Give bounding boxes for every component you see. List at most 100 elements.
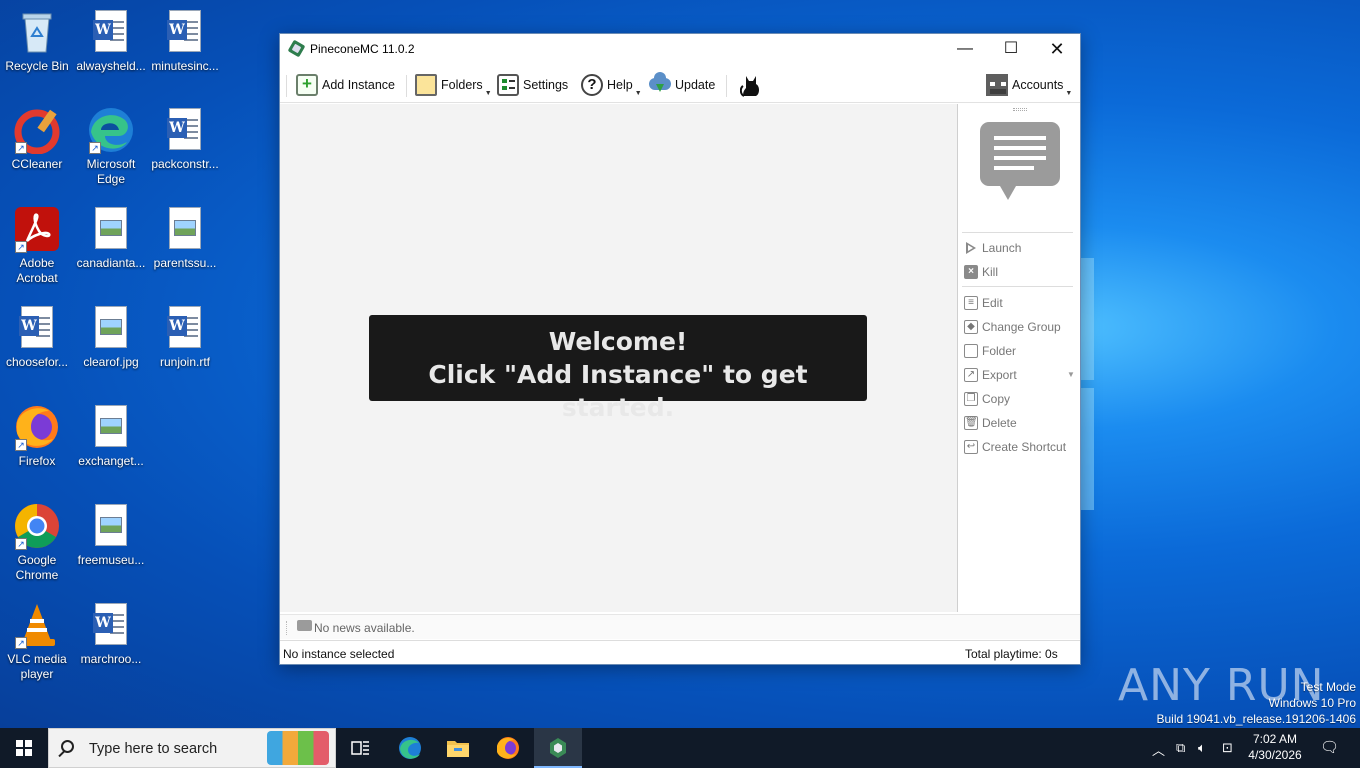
accounts-button[interactable]: Accounts ▼ — [986, 70, 1072, 100]
show-hidden-icons-chevron-icon[interactable]: ︿ — [1152, 740, 1165, 759]
desktop-icon-label: exchanget... — [78, 454, 144, 468]
desktop-icon-minutesinc[interactable]: W minutesinc... — [148, 8, 222, 74]
help-label: Help — [607, 78, 633, 92]
change-group-label: Change Group — [982, 320, 1061, 334]
vlc-icon: ↗ — [13, 601, 61, 649]
desktop-icon-label: Adobe Acrobat — [16, 256, 58, 285]
sidebar-divider — [962, 286, 1073, 287]
cat-button[interactable] — [739, 70, 766, 100]
taskbar-firefox-button[interactable] — [484, 728, 532, 768]
instance-view-area[interactable]: Welcome! Click "Add Instance" to get sta… — [280, 104, 957, 612]
desktop-icon-recycle-bin[interactable]: Recycle Bin — [0, 8, 74, 74]
taskbar-pineconemc-button[interactable] — [534, 728, 582, 768]
desktop-icon-label: Microsoft Edge — [86, 157, 136, 186]
create-shortcut-button[interactable]: ↩ Create Shortcut — [964, 437, 1066, 457]
kill-button[interactable]: × Kill — [964, 262, 998, 282]
folder-button[interactable]: Folder — [964, 341, 1016, 361]
desktop-icon-parentssu[interactable]: parentssu... — [148, 205, 222, 271]
desktop-icon-alwaysheld[interactable]: W alwaysheld... — [74, 8, 148, 74]
change-group-button[interactable]: ◆ Change Group — [964, 317, 1061, 337]
ccleaner-icon: ↗ — [13, 106, 61, 155]
create-shortcut-label: Create Shortcut — [982, 440, 1067, 454]
update-button[interactable]: Update — [649, 70, 715, 100]
close-button[interactable]: ✕ — [1034, 34, 1080, 64]
desktop-icon-ccleaner[interactable]: ↗ CCleaner — [0, 106, 74, 172]
desktop-icon-google-chrome[interactable]: ↗ Google Chrome — [0, 502, 74, 583]
status-bar: No instance selected Total playtime: 0s — [280, 640, 1080, 664]
light-beam-decoration — [1080, 258, 1094, 380]
folders-button[interactable]: Folders ▼ — [415, 70, 492, 100]
desktop-icon-marchroo[interactable]: W marchroo... — [74, 601, 148, 667]
taskbar-clock[interactable]: 7:02 AM 4/30/2026 — [1240, 731, 1310, 763]
chevron-down-icon: ▼ — [484, 89, 492, 97]
taskbar-search-box[interactable]: Type here to search — [48, 728, 336, 768]
edit-label: Edit — [982, 296, 1003, 310]
taskbar-file-explorer-button[interactable] — [434, 728, 482, 768]
sidebar-grip[interactable] — [1013, 108, 1027, 111]
recycle-bin-icon — [13, 8, 61, 56]
desktop-icon-firefox[interactable]: ↗ Firefox — [0, 403, 74, 469]
start-button[interactable] — [0, 728, 48, 768]
edit-icon: ≡ — [964, 296, 978, 310]
action-center-icon[interactable]: 🗨︎ — [1320, 738, 1339, 756]
add-instance-button[interactable]: Add Instance — [296, 70, 395, 100]
add-instance-icon — [296, 74, 318, 96]
word-doc-icon: W — [87, 8, 135, 56]
desktop-icon-exchanget[interactable]: exchanget... — [74, 403, 148, 469]
edit-button[interactable]: ≡ Edit — [964, 293, 1003, 313]
desktop-icon-canadianta[interactable]: canadianta... — [74, 205, 148, 271]
toolbar-separator — [406, 75, 407, 97]
export-icon: ↗ — [964, 368, 978, 382]
desktop-icon-vlc[interactable]: ↗ VLC media player — [0, 601, 74, 682]
desktop-icon-runjoin[interactable]: W runjoin.rtf — [148, 304, 222, 370]
news-grip — [286, 621, 288, 635]
maximize-button[interactable]: ☐ — [988, 34, 1034, 64]
network-icon[interactable]: ⊡ — [1222, 740, 1233, 756]
delete-button[interactable]: 🗑 Delete — [964, 413, 1017, 433]
clock-date: 4/30/2026 — [1248, 748, 1302, 762]
image-file-icon — [87, 403, 135, 451]
add-instance-label: Add Instance — [322, 78, 395, 92]
task-view-button[interactable] — [336, 728, 384, 768]
desktop-icon-microsoft-edge[interactable]: ↗ Microsoft Edge — [74, 106, 148, 187]
toolbar-separator — [726, 75, 727, 97]
launch-button[interactable]: Launch — [964, 238, 1021, 258]
desktop-icon-label: runjoin.rtf — [159, 355, 211, 369]
desktop-icon-packconstr[interactable]: W packconstr... — [148, 106, 222, 172]
selection-status: No instance selected — [283, 647, 395, 661]
firefox-icon: ↗ — [13, 403, 61, 451]
chevron-down-icon[interactable]: ▼ — [1067, 370, 1075, 379]
clock-time: 7:02 AM — [1252, 732, 1298, 746]
welcome-hint: Click "Add Instance" to get started. — [428, 360, 808, 422]
taskbar-edge-button[interactable] — [386, 728, 434, 768]
desktop-icon-label: Recycle Bin — [5, 59, 69, 73]
os-label: Windows 10 Pro — [1268, 696, 1356, 710]
help-button[interactable]: ? Help ▼ — [581, 70, 642, 100]
export-label: Export — [982, 368, 1017, 382]
settings-label: Settings — [523, 78, 569, 92]
settings-button[interactable]: Settings — [497, 70, 568, 100]
word-doc-icon: W — [161, 106, 209, 154]
edge-icon: ↗ — [87, 106, 135, 154]
meet-now-icon[interactable]: ⧉ — [1176, 740, 1185, 756]
desktop-icon-label: clearof.jpg — [83, 355, 139, 369]
copy-button[interactable]: ❐ Copy — [964, 389, 1010, 409]
search-highlight-image — [267, 731, 329, 765]
desktop-icon-adobe-acrobat[interactable]: ↗ Adobe Acrobat — [0, 205, 74, 286]
desktop-icon-freemuseu[interactable]: freemuseu... — [74, 502, 148, 568]
black-cat-icon — [739, 74, 762, 97]
desktop-icon-label: marchroo... — [80, 652, 142, 666]
desktop-icon-clearof[interactable]: clearof.jpg — [74, 304, 148, 370]
desktop-icon-label: CCleaner — [11, 157, 63, 171]
export-button[interactable]: ↗ Export — [964, 365, 1017, 385]
welcome-heading: Welcome! — [548, 327, 688, 356]
desktop-icon-label: minutesinc... — [151, 59, 219, 73]
minimize-button[interactable]: — — [942, 34, 988, 64]
desktop-icon-label: VLC media player — [7, 652, 67, 681]
trash-icon: 🗑 — [964, 416, 978, 430]
volume-icon[interactable]: 🔈︎ — [1198, 740, 1206, 756]
window-titlebar[interactable]: PineconeMC 11.0.2 — ☐ ✕ — [280, 34, 1080, 64]
shortcut-icon: ↩ — [964, 440, 978, 454]
desktop-icon-choosefor[interactable]: W choosefor... — [0, 304, 74, 370]
news-bar[interactable]: No news available. — [280, 614, 1080, 639]
